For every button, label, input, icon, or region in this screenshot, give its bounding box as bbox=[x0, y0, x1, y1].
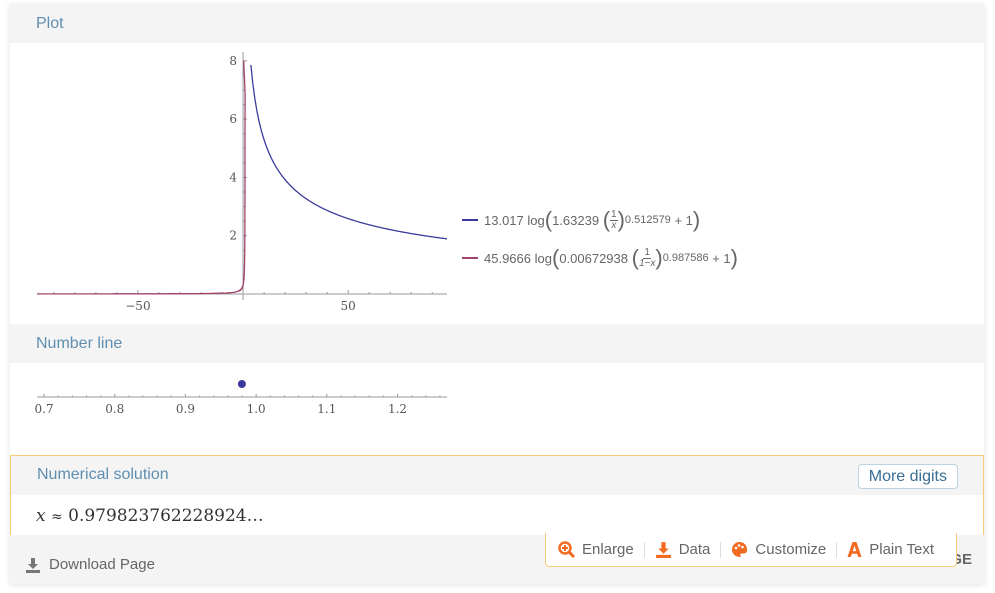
solution-variable: x bbox=[36, 506, 46, 526]
zoom-in-icon bbox=[558, 541, 575, 558]
x-tick-label: 50 bbox=[341, 299, 356, 313]
legend-entry-1: 13.017 log(1.63239 (1 x) 0.512579 + 1) bbox=[462, 209, 700, 231]
series-line-1 bbox=[250, 64, 447, 240]
legend-exp-1: 0.512579 bbox=[624, 214, 671, 226]
plot-pod-header: Plot bbox=[10, 4, 984, 43]
download-page-button[interactable]: Download Page bbox=[25, 556, 155, 573]
number-line-chart[interactable]: 0.7 0.8 0.9 1.0 1.1 1.2 bbox=[10, 363, 984, 433]
legend-coef-2: 45.9666 bbox=[484, 250, 531, 266]
number-line-tick-label: 1.0 bbox=[247, 402, 266, 416]
legend-inner-coef-1: 1.63239 bbox=[552, 212, 600, 228]
text-a-icon bbox=[847, 542, 862, 557]
number-line-point bbox=[237, 380, 246, 388]
download-icon bbox=[26, 557, 40, 573]
numerical-solution-pod: Numerical solution More digits x ≈ 0.979… bbox=[10, 455, 984, 536]
toolbar-divider bbox=[643, 541, 645, 558]
data-label: Data bbox=[678, 541, 711, 558]
legend-inner-coef-2: 0.00672938 bbox=[559, 250, 628, 266]
result-card: Plot −50 50 2 4 6 8 13.017 log(1.63239 (1 x) 0.… bbox=[10, 4, 984, 584]
enlarge-button[interactable]: Enlarge bbox=[558, 541, 634, 558]
legend-swatch-2 bbox=[462, 257, 478, 259]
customize-button[interactable]: Customize bbox=[731, 541, 826, 558]
plain-text-button[interactable]: Plain Text bbox=[847, 541, 934, 558]
number-line-tick-label: 0.7 bbox=[35, 402, 54, 416]
palette-icon bbox=[732, 541, 748, 557]
plot-chart[interactable]: −50 50 2 4 6 8 bbox=[10, 43, 984, 324]
number-line-tick-label: 1.1 bbox=[317, 402, 336, 416]
number-line-pod-title: Number line bbox=[36, 335, 123, 352]
y-tick-label: 2 bbox=[229, 229, 237, 243]
series-line-2 bbox=[37, 60, 246, 295]
legend-frac-num-1: 1 bbox=[610, 208, 618, 221]
approx-symbol: ≈ bbox=[51, 509, 63, 525]
legend-entry-2: 45.9666 log(0.00672938 (1 1−x) 0.987586 + … bbox=[462, 247, 738, 269]
data-button[interactable]: Data bbox=[655, 541, 711, 558]
x-tick-label: −50 bbox=[125, 299, 150, 313]
download-page-label: Download Page bbox=[49, 556, 155, 573]
legend-plus-1: + 1 bbox=[674, 212, 693, 228]
numerical-solution-title: Numerical solution bbox=[37, 466, 169, 483]
legend-swatch-1 bbox=[462, 219, 478, 221]
legend-fn-2: log bbox=[534, 250, 552, 266]
plot-pod-title: Plot bbox=[36, 15, 64, 32]
number-line-tick-label: 0.8 bbox=[105, 402, 124, 416]
plain-text-label: Plain Text bbox=[869, 541, 935, 558]
more-digits-button[interactable]: More digits bbox=[857, 464, 958, 489]
customize-label: Customize bbox=[755, 541, 827, 558]
y-tick-label: 8 bbox=[229, 54, 237, 68]
legend-exp-2: 0.987586 bbox=[662, 252, 709, 264]
toolbar-divider bbox=[836, 541, 838, 558]
pod-toolbar: Enlarge Data Customize Plain Text bbox=[545, 533, 957, 567]
numerical-solution-header: Numerical solution More digits bbox=[11, 456, 983, 495]
legend-frac-den-2: 1−x bbox=[638, 257, 656, 269]
enlarge-label: Enlarge bbox=[582, 541, 634, 558]
numerical-solution-value: x ≈ 0.979823762228924… bbox=[36, 506, 264, 526]
number-line-tick-label: 0.9 bbox=[176, 402, 195, 416]
toolbar-divider bbox=[720, 541, 722, 558]
solution-number: 0.979823762228924… bbox=[68, 506, 264, 526]
y-tick-label: 4 bbox=[229, 170, 237, 184]
legend-coef-1: 13.017 bbox=[484, 212, 524, 228]
y-tick-label: 6 bbox=[229, 112, 237, 126]
legend-plus-2: + 1 bbox=[712, 250, 731, 266]
legend-fn-1: log bbox=[527, 212, 545, 228]
legend-frac-num-2: 1 bbox=[643, 246, 651, 259]
number-line-tick-label: 1.2 bbox=[388, 402, 407, 416]
download-icon bbox=[655, 542, 671, 558]
legend-frac-den-1: x bbox=[611, 219, 617, 231]
number-line-pod-header: Number line bbox=[10, 324, 984, 363]
